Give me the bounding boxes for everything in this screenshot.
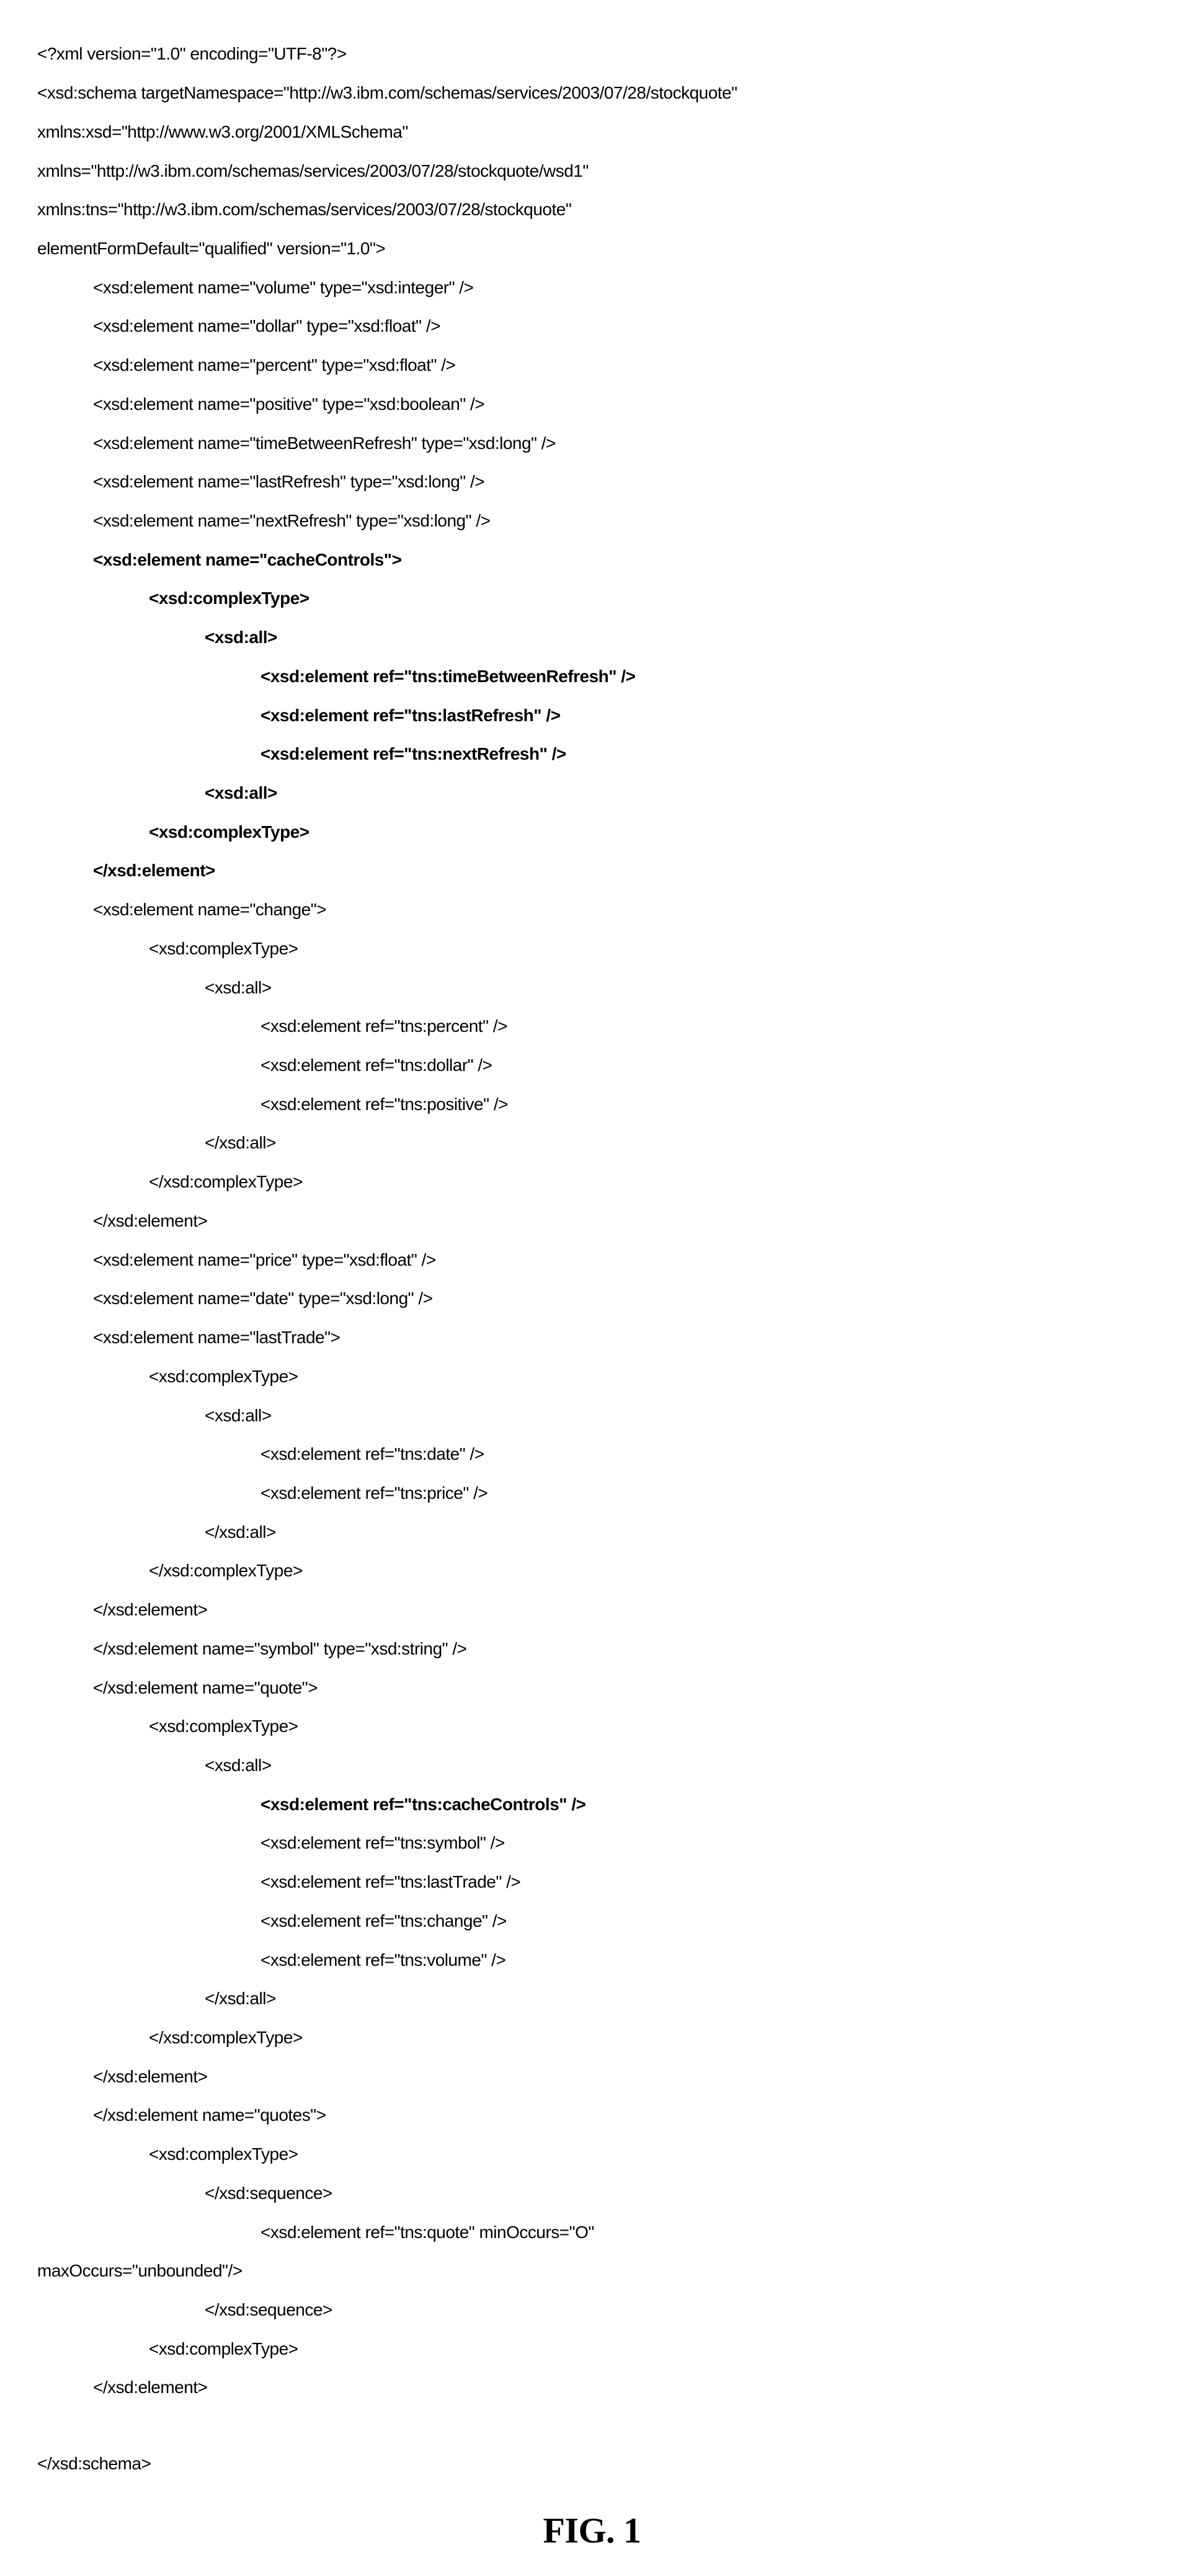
sequence-open-quotes: </xsd:sequence> [37, 2183, 1147, 2203]
ref-quote-line1: <xsd:element ref="tns:quote" minOccurs="… [37, 2223, 1147, 2242]
complextype-close: <xsd:complexType> [37, 822, 1147, 842]
complextype-open: <xsd:complexType> [37, 588, 1147, 608]
ref-quote-line2: maxOccurs="unbounded"/> [37, 2261, 1147, 2280]
element-close-lasttrade: </xsd:element> [37, 1600, 1147, 1619]
all-open-change: <xsd:all> [37, 978, 1147, 997]
schema-open-line1: <xsd:schema targetNamespace="http://w3.i… [37, 83, 1147, 102]
all-open: <xsd:all> [37, 628, 1147, 647]
element-timebetweenrefresh: <xsd:element name="timeBetweenRefresh" t… [37, 433, 1147, 453]
ref-volume: <xsd:element ref="tns:volume" /> [37, 1950, 1147, 1970]
element-lasttrade-open: <xsd:element name="lastTrade"> [37, 1328, 1147, 1347]
element-percent: <xsd:element name="percent" type="xsd:fl… [37, 355, 1147, 375]
xml-declaration: <?xml version="1.0" encoding="UTF-8"?> [37, 44, 1147, 63]
element-volume: <xsd:element name="volume" type="xsd:int… [37, 278, 1147, 297]
ref-cachecontrols: <xsd:element ref="tns:cacheControls" /> [37, 1795, 1147, 1814]
schema-open-line4: xmlns:tns="http://w3.ibm.com/schemas/ser… [37, 200, 1147, 219]
ref-dollar: <xsd:element ref="tns:dollar" /> [37, 1055, 1147, 1075]
ref-lastrefresh: <xsd:element ref="tns:lastRefresh" /> [37, 706, 1147, 725]
element-positive: <xsd:element name="positive" type="xsd:b… [37, 394, 1147, 414]
complextype-close-quotes: <xsd:complexType> [37, 2339, 1147, 2358]
element-quote-open: </xsd:element name="quote"> [37, 1678, 1147, 1697]
complextype-close-lasttrade: </xsd:complexType> [37, 1561, 1147, 1580]
complextype-open-quote: <xsd:complexType> [37, 1717, 1147, 1736]
element-quotes-open: </xsd:element name="quotes"> [37, 2105, 1147, 2125]
element-lastrefresh: <xsd:element name="lastRefresh" type="xs… [37, 472, 1147, 491]
ref-percent: <xsd:element ref="tns:percent" /> [37, 1016, 1147, 1036]
element-close-quote: </xsd:element> [37, 2067, 1147, 2086]
schema-open-line2: xmlns:xsd="http://www.w3.org/2001/XMLSch… [37, 122, 1147, 141]
schema-open-line5: elementFormDefault="qualified" version="… [37, 239, 1147, 258]
element-close-change: </xsd:element> [37, 1211, 1147, 1230]
all-open-quote: <xsd:all> [37, 1756, 1147, 1775]
complextype-open-change: <xsd:complexType> [37, 939, 1147, 958]
complextype-open-lasttrade: <xsd:complexType> [37, 1367, 1147, 1386]
ref-change: <xsd:element ref="tns:change" /> [37, 1911, 1147, 1930]
ref-price: <xsd:element ref="tns:price" /> [37, 1483, 1147, 1503]
ref-lasttrade: <xsd:element ref="tns:lastTrade" /> [37, 1872, 1147, 1891]
all-close-change: </xsd:all> [37, 1133, 1147, 1152]
element-dollar: <xsd:element name="dollar" type="xsd:flo… [37, 316, 1147, 335]
element-close: </xsd:element> [37, 861, 1147, 880]
complextype-open-quotes: <xsd:complexType> [37, 2144, 1147, 2164]
schema-open-line3: xmlns="http://w3.ibm.com/schemas/service… [37, 161, 1147, 180]
complextype-close-quote: </xsd:complexType> [37, 2028, 1147, 2047]
ref-symbol: <xsd:element ref="tns:symbol" /> [37, 1833, 1147, 1852]
element-close-quotes: </xsd:element> [37, 2378, 1147, 2397]
ref-date: <xsd:element ref="tns:date" /> [37, 1444, 1147, 1463]
element-cachecontrols-open: <xsd:element name="cacheControls"> [37, 550, 1147, 569]
element-symbol: </xsd:element name="symbol" type="xsd:st… [37, 1639, 1147, 1658]
element-nextrefresh: <xsd:element name="nextRefresh" type="xs… [37, 511, 1147, 530]
xml-schema-code: <?xml version="1.0" encoding="UTF-8"?> <… [37, 25, 1147, 2492]
element-date: <xsd:element name="date" type="xsd:long"… [37, 1289, 1147, 1308]
all-close: <xsd:all> [37, 783, 1147, 802]
ref-positive: <xsd:element ref="tns:positive" /> [37, 1095, 1147, 1114]
figure-caption: FIG. 1 [37, 2511, 1147, 2551]
schema-close: </xsd:schema> [37, 2454, 1147, 2473]
ref-nextrefresh: <xsd:element ref="tns:nextRefresh" /> [37, 744, 1147, 763]
ref-timebetweenrefresh: <xsd:element ref="tns:timeBetweenRefresh… [37, 667, 1147, 686]
all-close-quote: </xsd:all> [37, 1989, 1147, 2008]
element-change-open: <xsd:element name="change"> [37, 900, 1147, 919]
sequence-close-quotes: </xsd:sequence> [37, 2300, 1147, 2319]
all-open-lasttrade: <xsd:all> [37, 1406, 1147, 1425]
all-close-lasttrade: </xsd:all> [37, 1522, 1147, 1542]
element-price: <xsd:element name="price" type="xsd:floa… [37, 1250, 1147, 1269]
complextype-close-change: </xsd:complexType> [37, 1172, 1147, 1191]
